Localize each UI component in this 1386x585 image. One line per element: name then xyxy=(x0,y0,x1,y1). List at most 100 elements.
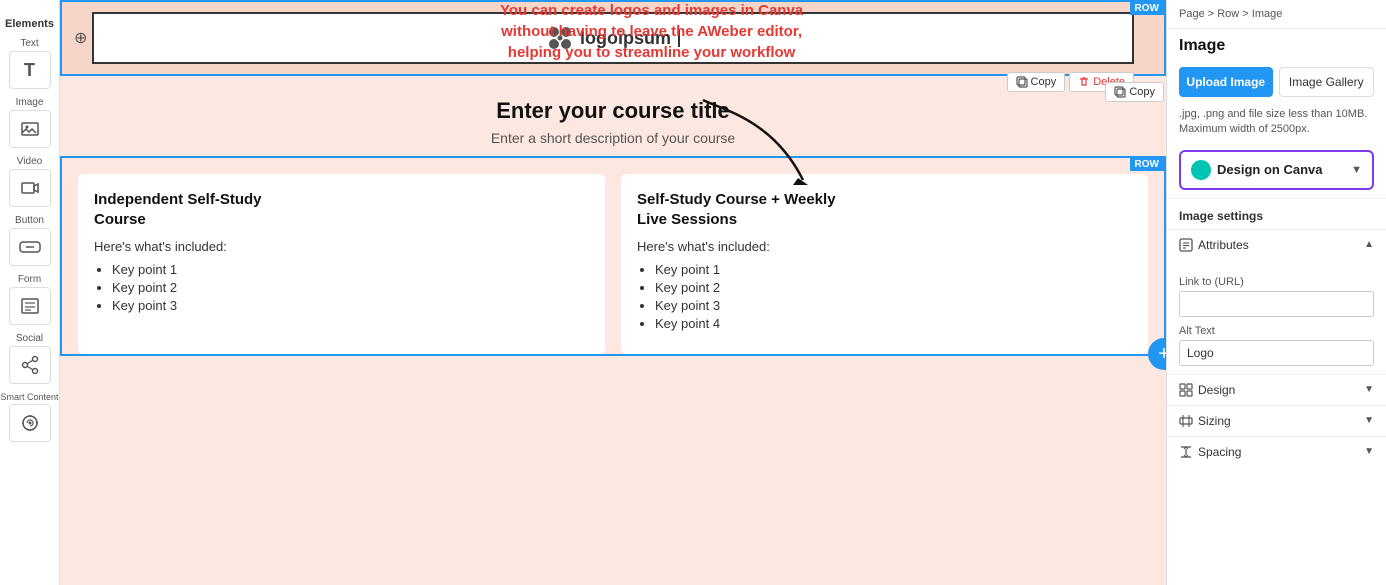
cards-row-outer: ROW Independent Self-StudyCourse Here's … xyxy=(60,156,1166,356)
image-settings-label: Image settings xyxy=(1167,198,1386,229)
sidebar-section-social: Social xyxy=(0,333,59,384)
canva-logo-icon xyxy=(1191,160,1211,180)
canva-chevron-icon: ▼ xyxy=(1351,164,1362,176)
design-icon xyxy=(1179,383,1193,397)
sidebar-social-btn[interactable] xyxy=(9,346,51,384)
card-2: Self-Study Course + WeeklyLive Sessions … xyxy=(621,174,1148,354)
design-header-left: Design xyxy=(1179,383,1235,397)
card-2-point-1: Key point 1 xyxy=(655,262,1132,277)
design-header[interactable]: Design ▼ xyxy=(1167,375,1386,405)
row-label-cards: ROW xyxy=(1130,158,1164,171)
card-2-point-4: Key point 4 xyxy=(655,316,1132,331)
logo-copy-btn[interactable]: Copy xyxy=(1007,72,1066,92)
sidebar-button-btn[interactable] xyxy=(9,228,51,266)
sidebar-smart-label: Smart Content xyxy=(0,392,58,402)
title-row: Enter your course title Enter a short de… xyxy=(60,78,1166,156)
sidebar-text-label: Text xyxy=(20,38,38,49)
card-1-point-2: Key point 2 xyxy=(112,280,589,295)
logo-row: ⊕ lo xyxy=(62,2,1164,74)
logo-text: logoipsum xyxy=(580,28,671,49)
move-handle-icon[interactable]: ⊕ xyxy=(74,28,87,48)
sizing-chevron-down-icon: ▼ xyxy=(1364,415,1374,426)
sidebar-section-button: Button xyxy=(0,215,59,266)
breadcrumb-path[interactable]: Page > Row > xyxy=(1179,8,1249,20)
row-copy-btn[interactable]: Copy xyxy=(1105,82,1164,102)
sidebar-smart-btn[interactable] xyxy=(9,404,51,442)
row-copy-icon xyxy=(1114,86,1126,98)
sidebar-image-btn[interactable] xyxy=(9,110,51,148)
attributes-accordion: Attributes ▲ Link to (URL) Alt Text xyxy=(1167,229,1386,374)
design-on-canva-btn[interactable]: Design on Canva ▼ xyxy=(1179,150,1374,190)
breadcrumb-current: Image xyxy=(1252,8,1283,20)
upload-image-btn[interactable]: Upload Image xyxy=(1179,67,1273,97)
alt-text-label: Alt Text xyxy=(1179,325,1374,337)
card-1-subtitle: Here's what's included: xyxy=(94,239,589,254)
card-1-title[interactable]: Independent Self-StudyCourse xyxy=(94,190,589,229)
spacing-label: Spacing xyxy=(1198,445,1241,459)
attributes-header[interactable]: Attributes ▲ xyxy=(1167,230,1386,260)
canva-btn-left: Design on Canva xyxy=(1191,160,1322,180)
card-1: Independent Self-StudyCourse Here's what… xyxy=(78,174,605,354)
card-1-point-3: Key point 3 xyxy=(112,298,589,313)
spacing-header-left: Spacing xyxy=(1179,445,1241,459)
logo-image-container[interactable]: ⊕ lo xyxy=(92,12,1134,64)
card-2-title[interactable]: Self-Study Course + WeeklyLive Sessions xyxy=(637,190,1132,229)
row-label-logo: ROW xyxy=(1130,2,1164,15)
alt-text-input[interactable] xyxy=(1179,340,1374,366)
card-2-list: Key point 1 Key point 2 Key point 3 Key … xyxy=(637,262,1132,331)
card-1-list: Key point 1 Key point 2 Key point 3 xyxy=(94,262,589,313)
logo-icon xyxy=(546,24,574,52)
card-2-point-2: Key point 2 xyxy=(655,280,1132,295)
sidebar-text-btn[interactable]: T xyxy=(9,51,51,89)
sidebar-video-btn[interactable] xyxy=(9,169,51,207)
sidebar-image-label: Image xyxy=(16,97,44,108)
sidebar-section-image: Image xyxy=(0,97,59,148)
sizing-header[interactable]: Sizing ▼ xyxy=(1167,406,1386,436)
attributes-chevron-up-icon: ▲ xyxy=(1364,239,1374,250)
sidebar-form-label: Form xyxy=(18,274,41,285)
sizing-header-left: Sizing xyxy=(1179,414,1231,428)
file-info: .jpg, .png and file size less than 10MB.… xyxy=(1167,103,1386,142)
design-accordion: Design ▼ xyxy=(1167,374,1386,405)
trash-icon xyxy=(1078,76,1090,88)
image-gallery-btn[interactable]: Image Gallery xyxy=(1279,67,1375,97)
logo-row-container: ROW ⊕ xyxy=(60,0,1166,76)
spacing-icon xyxy=(1179,445,1193,459)
sidebar-section-smart-content: Smart Content xyxy=(0,392,59,442)
sizing-icon xyxy=(1179,414,1193,428)
panel-title: Image xyxy=(1167,29,1386,61)
cards-row: Independent Self-StudyCourse Here's what… xyxy=(62,158,1164,354)
spacing-chevron-down-icon: ▼ xyxy=(1364,446,1374,457)
sidebar-social-label: Social xyxy=(16,333,43,344)
attributes-content: Link to (URL) Alt Text xyxy=(1167,260,1386,374)
course-subtitle[interactable]: Enter a short description of your course xyxy=(100,130,1126,146)
design-chevron-down-icon: ▼ xyxy=(1364,384,1374,395)
link-url-label: Link to (URL) xyxy=(1179,276,1374,288)
email-canvas: ROW ⊕ xyxy=(60,0,1166,585)
attributes-label: Attributes xyxy=(1198,238,1249,252)
card-2-subtitle: Here's what's included: xyxy=(637,239,1132,254)
left-sidebar: Elements Text T Image Video xyxy=(0,0,60,585)
right-panel: Page > Row > Image Image Upload Image Im… xyxy=(1166,0,1386,585)
canvas-area: You can create logos and images in Canva… xyxy=(60,0,1166,585)
logo-placeholder: logoipsum xyxy=(546,24,680,52)
card-1-point-1: Key point 1 xyxy=(112,262,589,277)
design-label: Design xyxy=(1198,383,1235,397)
sizing-label: Sizing xyxy=(1198,414,1231,428)
sidebar-video-label: Video xyxy=(17,156,42,167)
canva-btn-label: Design on Canva xyxy=(1217,162,1322,177)
spacing-header[interactable]: Spacing ▼ xyxy=(1167,437,1386,467)
sizing-accordion: Sizing ▼ xyxy=(1167,405,1386,436)
cursor-indicator xyxy=(678,29,680,47)
spacing-accordion: Spacing ▼ xyxy=(1167,436,1386,467)
sidebar-section-form: Form xyxy=(0,274,59,325)
add-row-btn[interactable]: + xyxy=(1148,338,1166,370)
sidebar-section-text: Text T xyxy=(0,38,59,89)
link-url-input[interactable] xyxy=(1179,291,1374,317)
card-2-point-3: Key point 3 xyxy=(655,298,1132,313)
attributes-icon xyxy=(1179,238,1193,252)
sidebar-form-btn[interactable] xyxy=(9,287,51,325)
course-title[interactable]: Enter your course title xyxy=(100,98,1126,124)
sidebar-section-video: Video xyxy=(0,156,59,207)
upload-row: Upload Image Image Gallery xyxy=(1167,61,1386,103)
